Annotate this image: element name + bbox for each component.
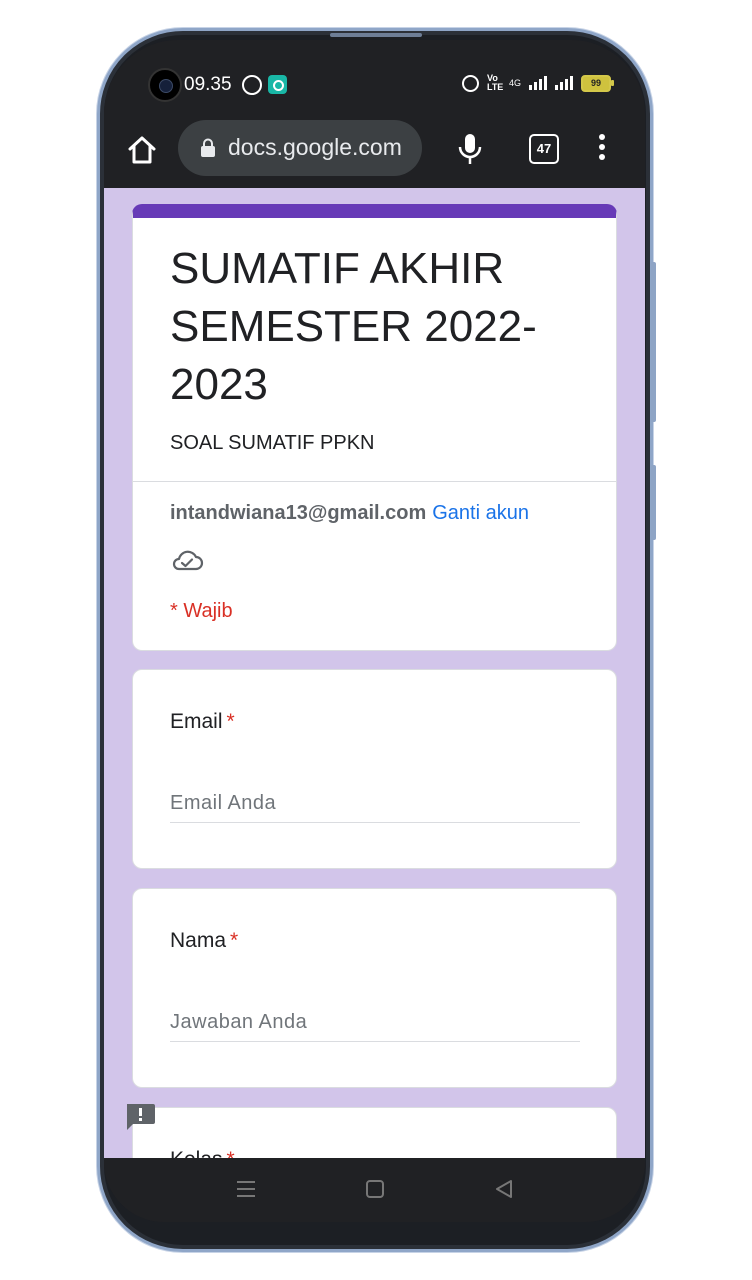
browser-toolbar: docs.google.com 47 xyxy=(104,120,645,188)
header-divider xyxy=(133,481,616,482)
question-label-text: Email xyxy=(170,710,223,733)
required-note: * Wajib xyxy=(170,600,233,622)
required-asterisk: * xyxy=(226,710,235,733)
front-camera xyxy=(148,68,182,102)
battery-level: 99 xyxy=(590,77,601,88)
question-label: Email * xyxy=(170,710,235,734)
feedback-button[interactable] xyxy=(124,1102,156,1132)
status-time: 09.35 xyxy=(184,74,232,95)
cloud-saved-icon xyxy=(172,550,204,571)
feedback-icon xyxy=(127,1104,155,1130)
question-label: Nama * xyxy=(170,929,238,953)
volte-label: Vo LTE xyxy=(486,73,504,92)
recent-apps-icon[interactable] xyxy=(235,1178,257,1200)
name-input[interactable] xyxy=(170,1003,580,1042)
account-line: intandwiana13@gmail.com Ganti akun xyxy=(170,502,529,525)
home-icon xyxy=(128,136,156,164)
signal-icon-1 xyxy=(529,76,547,90)
whatsapp-icon xyxy=(242,75,262,95)
form-description: SOAL SUMATIF PPKN xyxy=(170,432,375,454)
form-page: SUMATIF AKHIR SEMESTER 2022-2023 SOAL SU… xyxy=(104,188,645,1158)
required-asterisk: * xyxy=(227,1148,235,1158)
question-label-text: Kelas xyxy=(170,1148,223,1158)
address-bar-url: docs.google.com xyxy=(228,134,402,160)
home-button[interactable] xyxy=(124,132,160,168)
question-card-nama: Nama * xyxy=(132,888,617,1088)
form-header-card: SUMATIF AKHIR SEMESTER 2022-2023 SOAL SU… xyxy=(132,204,617,651)
battery-icon: 99 xyxy=(581,74,614,92)
system-nav-bar xyxy=(104,1158,645,1222)
lock-icon xyxy=(201,138,215,157)
network-type-label: 4G xyxy=(508,78,521,88)
voice-search-button[interactable] xyxy=(456,132,484,166)
phone-screen: 09.35 Vo LTE 4G 99 docs.google.com 47 SU… xyxy=(104,40,645,1222)
question-card-kelas: Kelas * xyxy=(132,1107,617,1158)
tab-switcher-button[interactable]: 47 xyxy=(529,134,559,164)
alarm-icon xyxy=(461,74,479,92)
phone-top-slot xyxy=(330,33,422,37)
phone-volume-button xyxy=(651,262,656,422)
notification-app-icon xyxy=(268,75,287,94)
home-nav-icon[interactable] xyxy=(364,1178,386,1200)
account-email: intandwiana13@gmail.com xyxy=(170,502,427,524)
switch-account-link[interactable]: Ganti akun xyxy=(432,502,529,524)
required-asterisk: * xyxy=(230,929,239,952)
status-indicators: Vo LTE 4G 99 xyxy=(461,73,614,92)
question-card-email: Email * xyxy=(132,669,617,869)
phone-power-button xyxy=(651,465,656,540)
status-bar: 09.35 Vo LTE 4G 99 xyxy=(104,40,645,120)
signal-icon-2 xyxy=(555,76,573,90)
question-label-text: Nama xyxy=(170,929,227,952)
address-bar[interactable]: docs.google.com xyxy=(178,120,422,176)
more-vert-icon[interactable] xyxy=(594,132,610,166)
question-label: Kelas * xyxy=(170,1148,235,1158)
email-input[interactable] xyxy=(170,784,580,823)
back-nav-icon[interactable] xyxy=(493,1178,515,1200)
page-title: SUMATIF AKHIR SEMESTER 2022-2023 xyxy=(170,244,537,409)
mic-icon xyxy=(458,134,482,164)
